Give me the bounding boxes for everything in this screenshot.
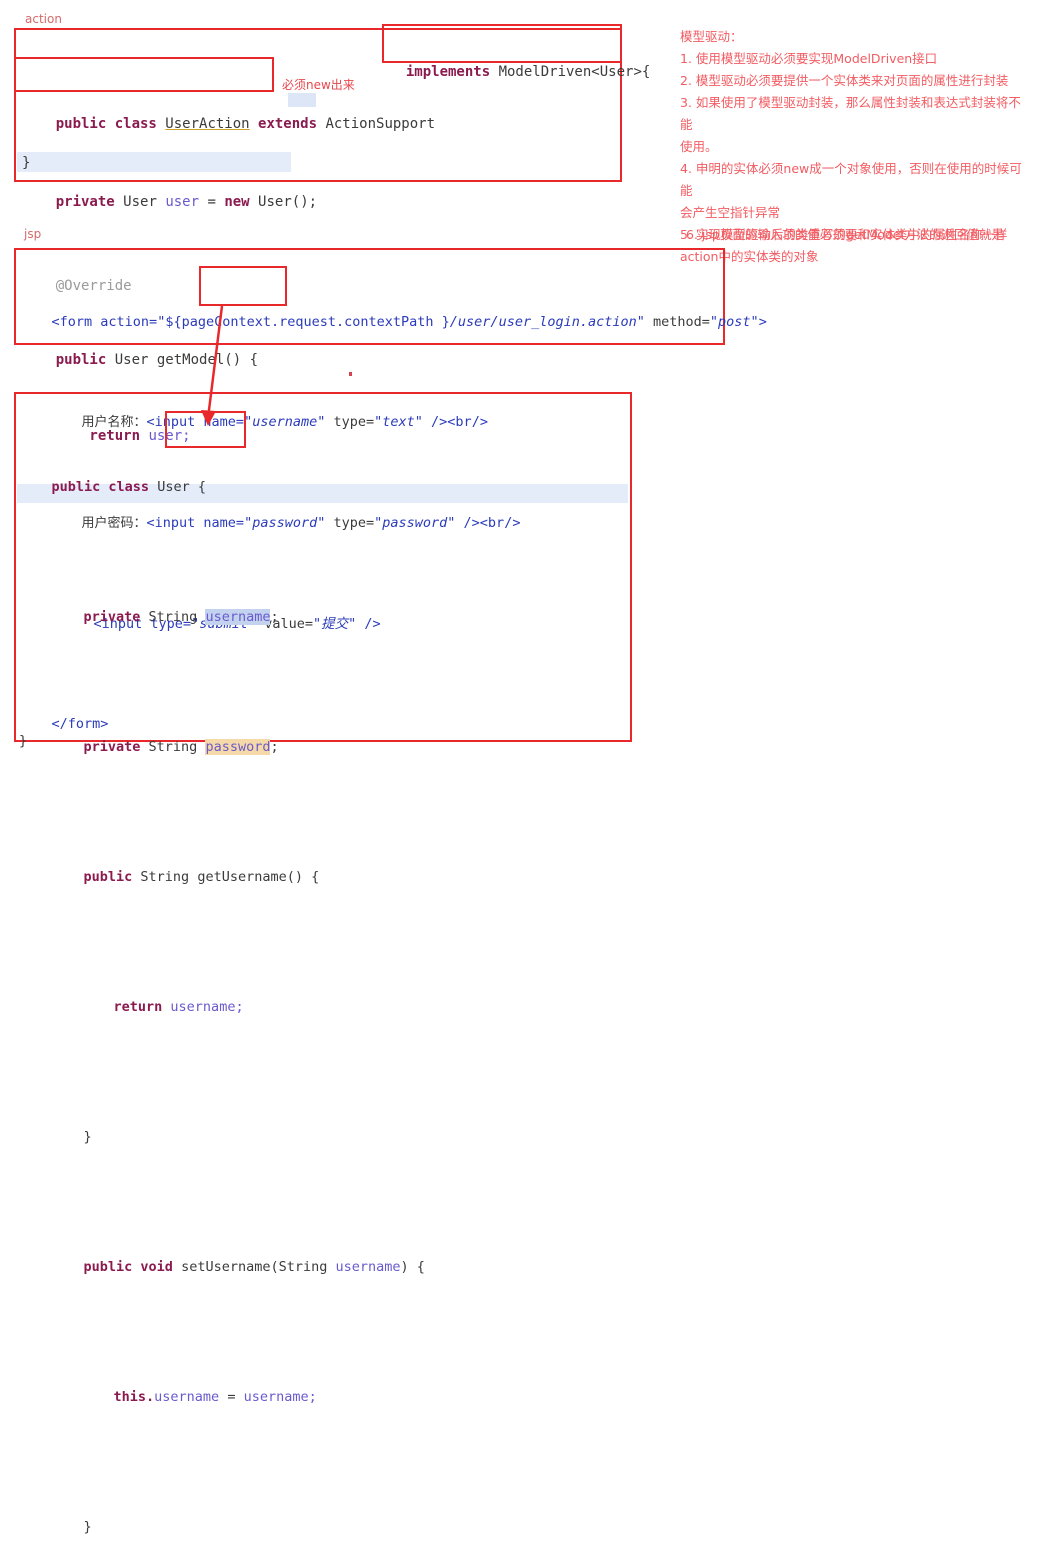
jsp-form-open: <form action= (51, 314, 158, 330)
jsp-section-label: jsp (24, 227, 42, 241)
user-token-string-1: String (148, 609, 206, 625)
user-return-username: username; (170, 999, 244, 1015)
action-section-label: action (25, 12, 62, 26)
must-new-annotation: 必须new出来 (282, 78, 355, 92)
code-token-assign: = (199, 194, 225, 210)
code-token-actionsupport: ActionSupport (325, 116, 436, 132)
cursor-line-highlight (17, 152, 291, 172)
user-token-public-getusername: public (83, 869, 141, 885)
note-item-2: 2. 模型驱动必须要提供一个实体类来对页面的属性进行封装 (680, 73, 1009, 88)
note-item-4: 4. 申明的实体必须new成一个对象使用，否则在使用的时候可能 (680, 161, 1022, 198)
user-token-private-2: private (83, 739, 149, 755)
stray-red-dot (349, 372, 352, 376)
note-item-1: 1. 使用模型驱动必须要实现ModelDriven接口 (680, 51, 938, 66)
user-token-semicolon-1: ; (270, 609, 279, 625)
note-item-4-cont: 会产生空指针异常 (680, 205, 781, 220)
note-item-3-cont: 使用。 (680, 139, 718, 154)
code-token-modeldriven: ModelDriven<User>{ (498, 64, 651, 80)
small-blue-highlight-block (288, 93, 316, 107)
note-item-3: 3. 如果使用了模型驱动封装，那么属性封装和表达式封装将不能 (680, 95, 1021, 132)
user-token-public-void-1: public void (83, 1259, 182, 1275)
user-brace-2: } (83, 1519, 92, 1535)
jsp-form-action-path: /user/user_login.action" (449, 314, 645, 330)
code-token-new: new (224, 194, 259, 210)
user-class-final-brace: } (19, 733, 28, 749)
user-token-this-1: this. (113, 1389, 155, 1405)
jsp-form-method-value: "post" (709, 314, 759, 330)
user-token-public-class: public class (51, 479, 158, 495)
user-field-password: password (205, 739, 271, 755)
jsp-form-close-bracket: > (758, 314, 767, 330)
user-setusername-sig-end: ) { (400, 1259, 425, 1275)
user-token-string-2: String (148, 739, 206, 755)
code-token-useraction: UserAction (165, 116, 250, 132)
user-brace-1: } (83, 1129, 92, 1145)
code-token-public-class: public class (55, 116, 166, 132)
user-token-private-1: private (83, 609, 149, 625)
user-setusername-name: setUsername(String (181, 1259, 336, 1275)
jsp-form-method-attr: method= (644, 314, 710, 330)
user-token-return-1: return (113, 999, 171, 1015)
user-code-block: public class User { private String usern… (19, 396, 634, 1548)
user-assign-op-1: = (219, 1389, 244, 1405)
code-token-implements: implements (405, 64, 499, 80)
note-item-5-cont: action中的实体类的对象 (680, 249, 819, 264)
user-field-username: username (205, 609, 271, 625)
user-token-class-name: User { (157, 479, 206, 495)
note-item-6: 6. jsp页面的输入项的值必须要和实体类中的属性名称一样 (686, 227, 1008, 242)
code-token-user-type: User (123, 194, 166, 210)
notes-title: 模型驱动： (680, 29, 743, 44)
code-token-user-ctor: User(); (258, 194, 318, 210)
action-closing-brace: } (22, 155, 31, 171)
implements-code-text: implements ModelDriven<User>{ (389, 33, 650, 85)
user-assign-username-left: username (154, 1389, 220, 1405)
user-getusername-signature: String getUsername() { (140, 869, 320, 885)
code-token-user-var: user (165, 194, 200, 210)
user-token-semicolon-2: ; (270, 739, 279, 755)
user-setusername-param: username (335, 1259, 401, 1275)
code-token-private: private (55, 194, 124, 210)
code-token-extends: extends (249, 116, 326, 132)
user-assign-username-right: username; (243, 1389, 317, 1405)
